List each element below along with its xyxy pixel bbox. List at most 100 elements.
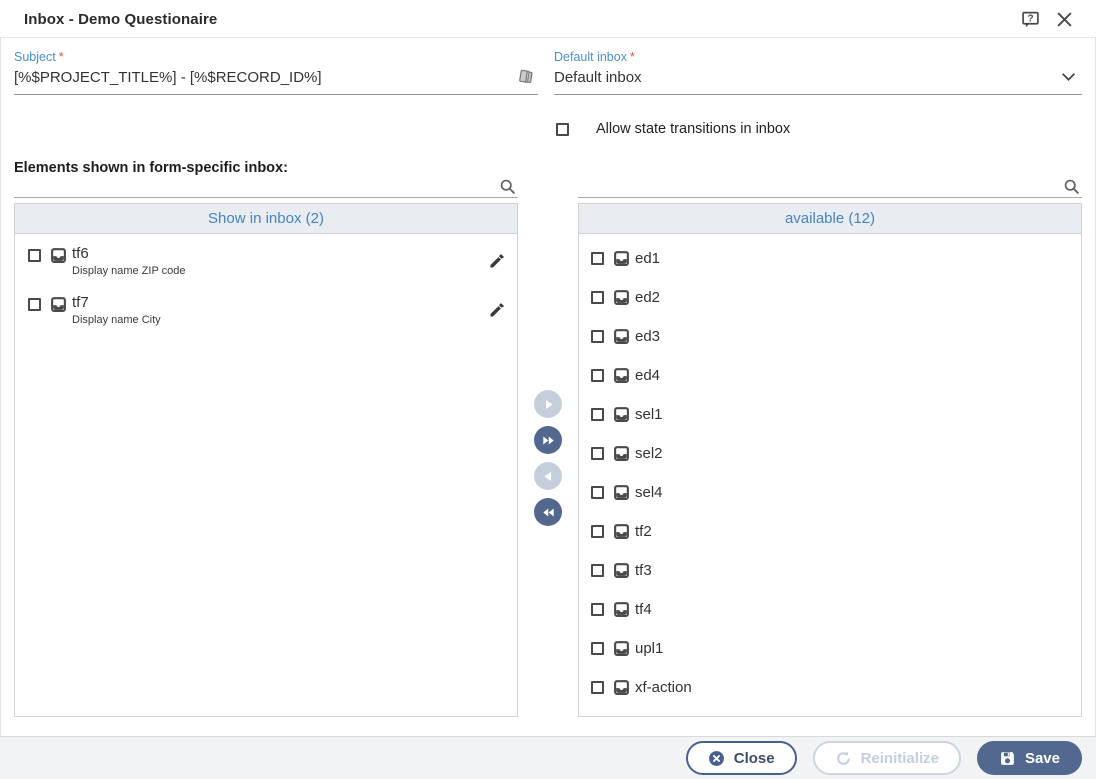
list-item[interactable]: ed3 (579, 317, 1081, 356)
form-element-icon (613, 601, 630, 618)
item-checkbox[interactable] (591, 330, 604, 343)
item-checkbox[interactable] (591, 603, 604, 616)
list-item[interactable]: xf-action (579, 668, 1081, 707)
allow-transitions-checkbox[interactable] (556, 123, 569, 136)
shown-list: tf6 Display name ZIP code tf7 Display na… (15, 234, 517, 335)
reinitialize-button-label: Reinitialize (861, 750, 939, 767)
default-inbox-label: Default inbox* (554, 50, 1082, 64)
list-item[interactable]: sel2 (579, 434, 1081, 473)
item-checkbox[interactable] (591, 369, 604, 382)
default-inbox-value: Default inbox (554, 69, 642, 86)
item-name: tf6 (72, 246, 186, 262)
inbox-settings-dialog: Inbox - Demo Questionaire Subject* [%$PR… (0, 0, 1096, 779)
form-element-icon (50, 296, 67, 313)
save-button[interactable]: Save (977, 741, 1082, 775)
list-item[interactable]: upl1 (579, 629, 1081, 668)
available-panel: available (12) ed1 ed2 ed3 ed4 (578, 203, 1082, 717)
item-checkbox[interactable] (591, 252, 604, 265)
help-button[interactable] (1020, 9, 1040, 29)
form-element-icon (613, 367, 630, 384)
item-checkbox[interactable] (28, 298, 41, 311)
elements-section-heading: Elements shown in form-specific inbox: (14, 160, 288, 176)
list-item[interactable]: tf4 (579, 590, 1081, 629)
item-name: xf-action (635, 679, 692, 696)
transfer-buttons (534, 390, 562, 526)
available-search (578, 176, 1082, 198)
dialog-titlebar: Inbox - Demo Questionaire (0, 0, 1096, 38)
item-name: tf4 (635, 601, 652, 618)
list-item[interactable]: tf6 Display name ZIP code (15, 237, 517, 286)
item-description: Display name City (72, 314, 161, 326)
item-checkbox[interactable] (591, 447, 604, 460)
shown-in-inbox-panel: Show in inbox (2) tf6 Display name ZIP c… (14, 203, 518, 717)
required-marker: * (59, 50, 64, 64)
subject-input[interactable]: [%$PROJECT_TITLE%] - [%$RECORD_ID%] (14, 67, 538, 95)
subject-label: Subject* (14, 50, 538, 64)
form-element-icon (613, 406, 630, 423)
floppy-save-icon (999, 750, 1016, 767)
default-inbox-select[interactable]: Default inbox (554, 67, 1082, 95)
double-arrow-left-icon (542, 506, 555, 519)
pencil-icon (488, 301, 506, 319)
item-checkbox[interactable] (591, 486, 604, 499)
form-element-icon (613, 328, 630, 345)
form-element-icon (613, 523, 630, 540)
item-text: tf6 Display name ZIP code (72, 246, 186, 277)
available-search-input[interactable] (578, 176, 1058, 196)
item-checkbox[interactable] (591, 291, 604, 304)
item-checkbox[interactable] (591, 525, 604, 538)
list-item[interactable]: sel4 (579, 473, 1081, 512)
item-checkbox[interactable] (591, 681, 604, 694)
item-name: tf7 (72, 295, 161, 311)
item-name: upl1 (635, 640, 663, 657)
item-name: sel1 (635, 406, 663, 423)
list-item[interactable]: ed1 (579, 239, 1081, 278)
item-name: tf2 (635, 523, 652, 540)
form-element-icon (613, 679, 630, 696)
allow-transitions-label: Allow state transitions in inbox (596, 121, 790, 137)
form-element-icon (613, 562, 630, 579)
item-checkbox[interactable] (591, 408, 604, 421)
item-name: tf3 (635, 562, 652, 579)
list-item[interactable]: tf3 (579, 551, 1081, 590)
form-element-icon (613, 250, 630, 267)
item-name: sel2 (635, 445, 663, 462)
list-item[interactable]: tf7 Display name City (15, 286, 517, 335)
item-name: sel4 (635, 484, 663, 501)
dialog-close-button[interactable] (1054, 9, 1074, 29)
form-element-icon (613, 445, 630, 462)
item-name: ed4 (635, 367, 660, 384)
move-left-button[interactable] (534, 462, 562, 490)
edit-item-button[interactable] (487, 252, 507, 272)
subject-field-group: Subject* [%$PROJECT_TITLE%] - [%$RECORD_… (14, 50, 538, 95)
form-element-icon (50, 247, 67, 264)
pencil-icon (488, 252, 506, 270)
item-name: ed2 (635, 289, 660, 306)
shown-search-input[interactable] (14, 176, 494, 196)
shown-search (14, 176, 518, 198)
close-button-label: Close (734, 750, 775, 767)
list-item[interactable]: ed4 (579, 356, 1081, 395)
item-checkbox[interactable] (591, 642, 604, 655)
item-checkbox[interactable] (28, 249, 41, 262)
allow-transitions-row: Allow state transitions in inbox (556, 121, 790, 137)
reinitialize-button[interactable]: Reinitialize (813, 741, 961, 775)
move-all-left-button[interactable] (534, 498, 562, 526)
list-item[interactable]: sel1 (579, 395, 1081, 434)
dialog-title: Inbox - Demo Questionaire (24, 11, 217, 28)
item-name: ed3 (635, 328, 660, 345)
list-item[interactable]: ed2 (579, 278, 1081, 317)
double-arrow-right-icon (542, 434, 555, 447)
item-checkbox[interactable] (591, 564, 604, 577)
placeholder-books-icon[interactable] (517, 68, 534, 85)
chevron-down-icon (1061, 72, 1076, 82)
move-right-button[interactable] (534, 390, 562, 418)
edit-item-button[interactable] (487, 301, 507, 321)
move-all-right-button[interactable] (534, 426, 562, 454)
close-button[interactable]: Close (686, 741, 797, 775)
help-icon (1021, 10, 1040, 29)
available-list: ed1 ed2 ed3 ed4 sel1 (579, 234, 1081, 707)
list-item[interactable]: tf2 (579, 512, 1081, 551)
item-name: ed1 (635, 250, 660, 267)
item-description: Display name ZIP code (72, 265, 186, 277)
